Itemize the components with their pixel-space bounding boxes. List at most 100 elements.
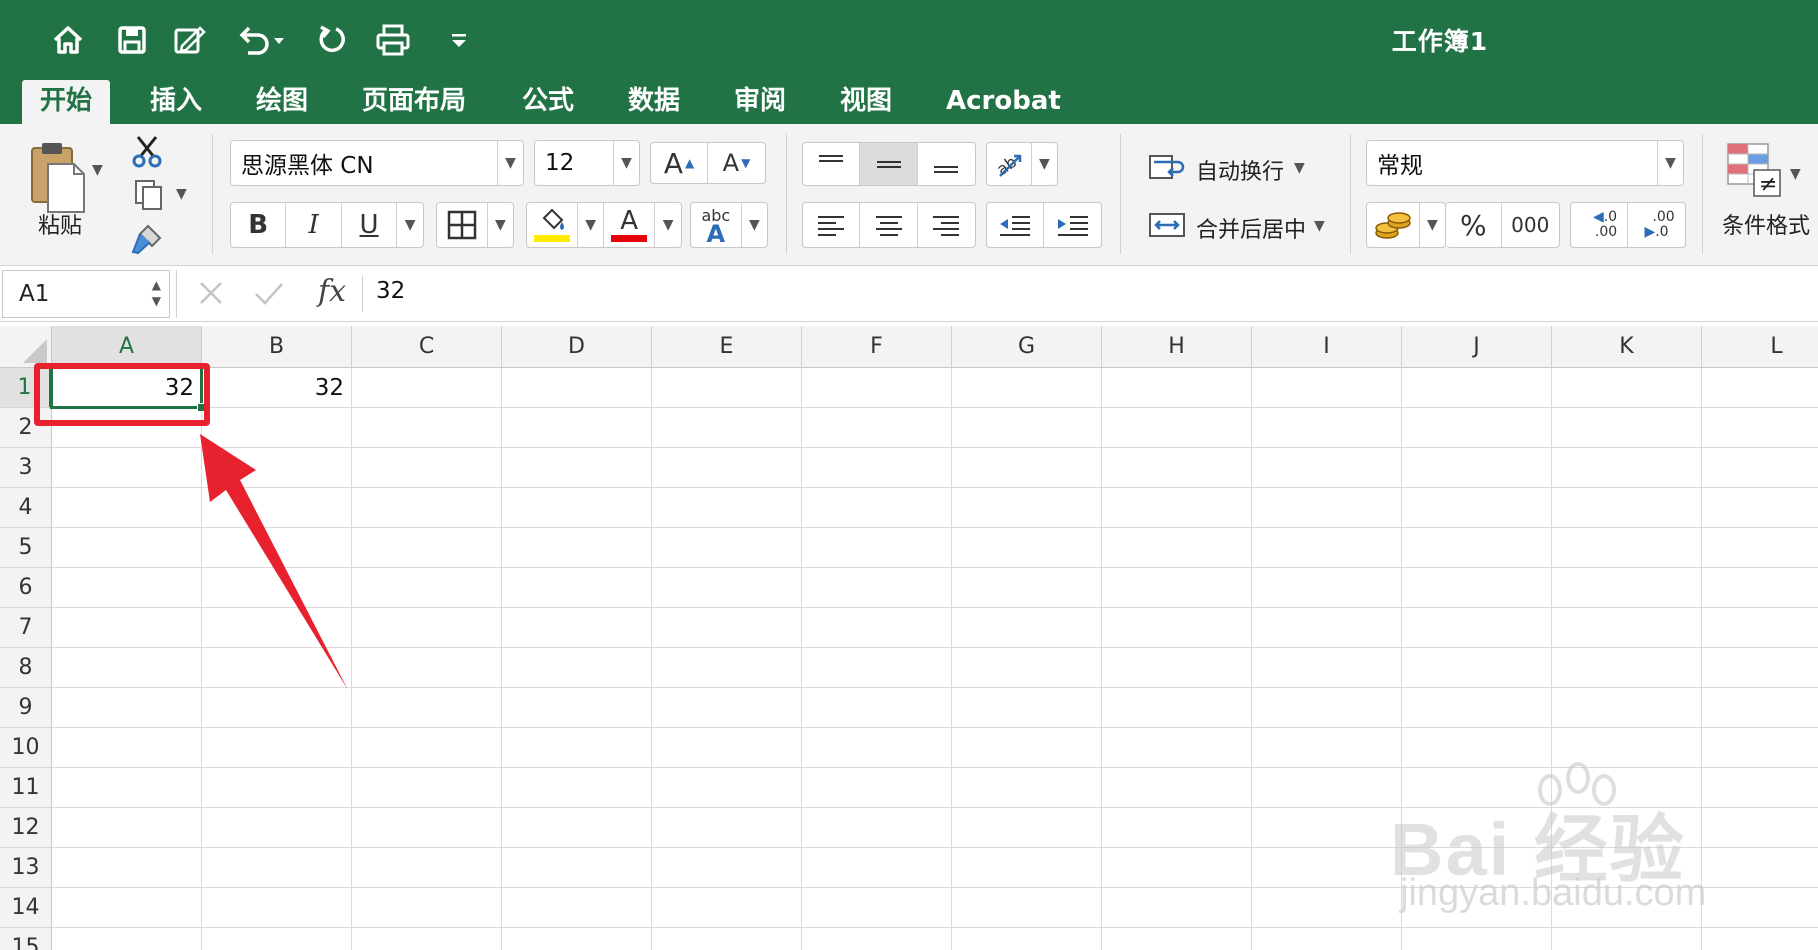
font-size-dropdown-icon[interactable]: ▼: [613, 141, 639, 185]
tab-data[interactable]: 数据: [610, 80, 698, 124]
column-header-h[interactable]: H: [1102, 326, 1252, 368]
enter-icon[interactable]: [252, 278, 286, 308]
column-header-i[interactable]: I: [1252, 326, 1402, 368]
row-header-13[interactable]: 13: [0, 848, 52, 888]
grow-font-button[interactable]: A ▲: [651, 143, 709, 183]
align-left-button[interactable]: [803, 203, 861, 247]
column-header-l[interactable]: L: [1702, 326, 1818, 368]
row-header-10[interactable]: 10: [0, 728, 52, 768]
copy-dropdown-icon[interactable]: ▼: [176, 186, 187, 202]
formula-input[interactable]: 32: [376, 278, 405, 304]
font-size-select[interactable]: 12 ▼: [534, 140, 640, 186]
shrink-font-button[interactable]: A ▼: [708, 143, 765, 183]
select-all-button[interactable]: [0, 326, 52, 368]
tab-insert[interactable]: 插入: [132, 80, 220, 124]
column-header-b[interactable]: B: [202, 326, 352, 368]
font-name-select[interactable]: 思源黑体 CN ▼: [230, 140, 524, 186]
align-top-button[interactable]: [803, 143, 861, 185]
row-header-6[interactable]: 6: [0, 568, 52, 608]
align-center-button[interactable]: [860, 203, 918, 247]
font-color-button[interactable]: A: [604, 203, 656, 247]
format-painter-icon[interactable]: [130, 222, 166, 256]
column-header-g[interactable]: G: [952, 326, 1102, 368]
borders-dropdown-icon[interactable]: ▼: [488, 203, 513, 247]
tab-formulas[interactable]: 公式: [504, 80, 592, 124]
paste-button[interactable]: [26, 140, 88, 216]
tab-page-layout[interactable]: 页面布局: [344, 80, 484, 124]
wrap-text-icon[interactable]: [1148, 152, 1188, 182]
bold-button[interactable]: B: [231, 203, 287, 247]
underline-dropdown-icon[interactable]: ▼: [397, 203, 423, 247]
phonetic-dropdown-icon[interactable]: ▼: [742, 203, 767, 247]
home-icon[interactable]: [48, 20, 88, 60]
number-format-select[interactable]: 常规 ▼: [1366, 140, 1684, 186]
tab-acrobat[interactable]: Acrobat: [928, 80, 1079, 124]
row-header-5[interactable]: 5: [0, 528, 52, 568]
column-header-f[interactable]: F: [802, 326, 952, 368]
name-box[interactable]: A1 ▲ ▼: [2, 270, 170, 318]
underline-button[interactable]: U: [342, 203, 398, 247]
fill-color-button[interactable]: [527, 203, 579, 247]
decrease-indent-button[interactable]: [987, 203, 1045, 247]
column-header-e[interactable]: E: [652, 326, 802, 368]
italic-button[interactable]: I: [286, 203, 342, 247]
column-header-a[interactable]: A: [52, 326, 202, 368]
undo-icon[interactable]: [232, 20, 288, 60]
align-bottom-button[interactable]: [918, 143, 975, 185]
document-title: 工作簿1: [1391, 27, 1489, 56]
increase-decimal-button[interactable]: ◀.0 .00: [1571, 203, 1629, 247]
fill-color-dropdown-icon[interactable]: ▼: [578, 203, 604, 247]
row-header-7[interactable]: 7: [0, 608, 52, 648]
cancel-icon[interactable]: [196, 278, 226, 308]
font-color-dropdown-icon[interactable]: ▼: [655, 203, 681, 247]
increase-indent-button[interactable]: [1044, 203, 1101, 247]
name-box-stepper-icon[interactable]: ▲ ▼: [152, 277, 161, 309]
orientation-button[interactable]: ab ▼: [986, 142, 1058, 186]
accounting-dropdown-icon[interactable]: ▼: [1420, 203, 1445, 247]
tab-view[interactable]: 视图: [822, 80, 910, 124]
row-header-11[interactable]: 11: [0, 768, 52, 808]
orientation-dropdown-icon[interactable]: ▼: [1032, 143, 1057, 185]
row-header-15[interactable]: 15: [0, 928, 52, 950]
tab-review[interactable]: 审阅: [716, 80, 804, 124]
edit-icon[interactable]: [170, 20, 210, 60]
column-header-j[interactable]: J: [1402, 326, 1552, 368]
thousands-button[interactable]: 000: [1502, 203, 1559, 247]
percent-button[interactable]: %: [1446, 203, 1502, 247]
tab-draw[interactable]: 绘图: [238, 80, 326, 124]
accounting-format-button[interactable]: ▼: [1366, 202, 1446, 248]
paste-dropdown-icon[interactable]: ▼: [92, 162, 103, 178]
merge-center-button[interactable]: 合并后居中: [1196, 212, 1306, 244]
row-header-8[interactable]: 8: [0, 648, 52, 688]
wrap-text-dropdown-icon[interactable]: ▼: [1294, 160, 1305, 176]
copy-icon[interactable]: [132, 178, 166, 212]
number-format-dropdown-icon[interactable]: ▼: [1657, 141, 1683, 185]
customize-icon[interactable]: [446, 20, 472, 60]
align-right-button[interactable]: [918, 203, 975, 247]
insert-function-button[interactable]: fx: [318, 274, 346, 309]
decrease-decimal-button[interactable]: .00 ▶.0: [1628, 203, 1685, 247]
tab-home[interactable]: 开始: [22, 80, 111, 124]
align-middle-button[interactable]: [860, 143, 918, 185]
cell-b1[interactable]: 32: [202, 368, 344, 408]
wrap-text-button[interactable]: 自动换行: [1196, 154, 1284, 186]
conditional-format-dropdown-icon[interactable]: ▼: [1790, 166, 1801, 182]
conditional-format-icon[interactable]: ≠: [1726, 142, 1782, 198]
row-header-12[interactable]: 12: [0, 808, 52, 848]
cut-icon[interactable]: [130, 134, 164, 168]
row-header-3[interactable]: 3: [0, 448, 52, 488]
row-header-9[interactable]: 9: [0, 688, 52, 728]
row-header-4[interactable]: 4: [0, 488, 52, 528]
merge-center-dropdown-icon[interactable]: ▼: [1314, 218, 1325, 234]
column-header-c[interactable]: C: [352, 326, 502, 368]
row-header-14[interactable]: 14: [0, 888, 52, 928]
font-name-dropdown-icon[interactable]: ▼: [497, 141, 523, 185]
phonetic-button[interactable]: abc A ▼: [690, 202, 768, 248]
save-icon[interactable]: [112, 20, 152, 60]
print-icon[interactable]: [372, 20, 414, 60]
merge-center-icon[interactable]: [1148, 210, 1188, 240]
column-header-k[interactable]: K: [1552, 326, 1702, 368]
redo-icon[interactable]: [312, 20, 352, 60]
column-header-d[interactable]: D: [502, 326, 652, 368]
borders-button[interactable]: ▼: [436, 202, 514, 248]
